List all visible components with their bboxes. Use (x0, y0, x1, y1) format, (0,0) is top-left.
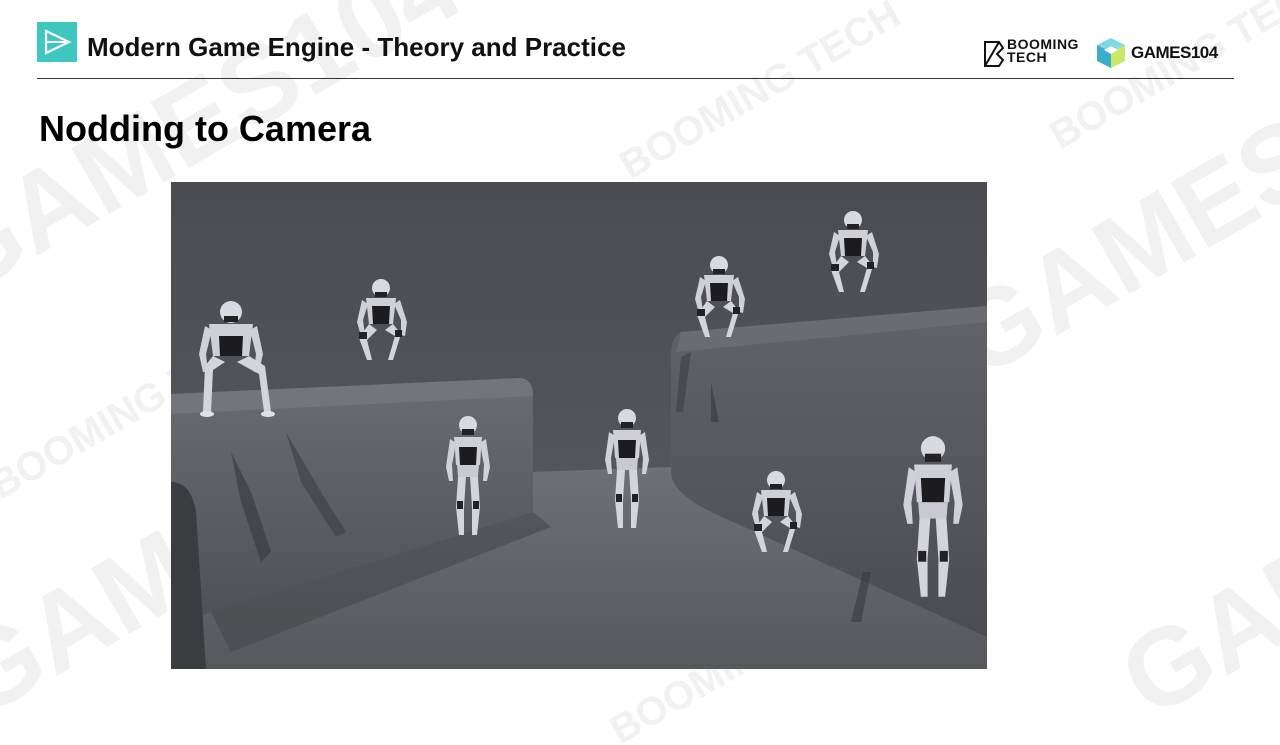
booming-tech-logo: BOOMING TECH (983, 37, 1083, 72)
games104-logo: GAMES104 (1095, 36, 1235, 72)
brand-booming-line2: TECH (1007, 49, 1048, 65)
slide-header: Modern Game Engine - Theory and Practice… (37, 20, 1234, 79)
course-title: Modern Game Engine - Theory and Practice (87, 32, 626, 62)
watermark-games: GAMES104 (1101, 341, 1280, 741)
booming-b-icon (984, 41, 1005, 67)
robot-mannequins-scene (171, 182, 987, 669)
brand-games-text: GAMES104 (1131, 43, 1218, 62)
play-triangle-icon (37, 22, 77, 62)
cube-icon (1097, 38, 1125, 68)
slide-title: Nodding to Camera (39, 108, 372, 149)
